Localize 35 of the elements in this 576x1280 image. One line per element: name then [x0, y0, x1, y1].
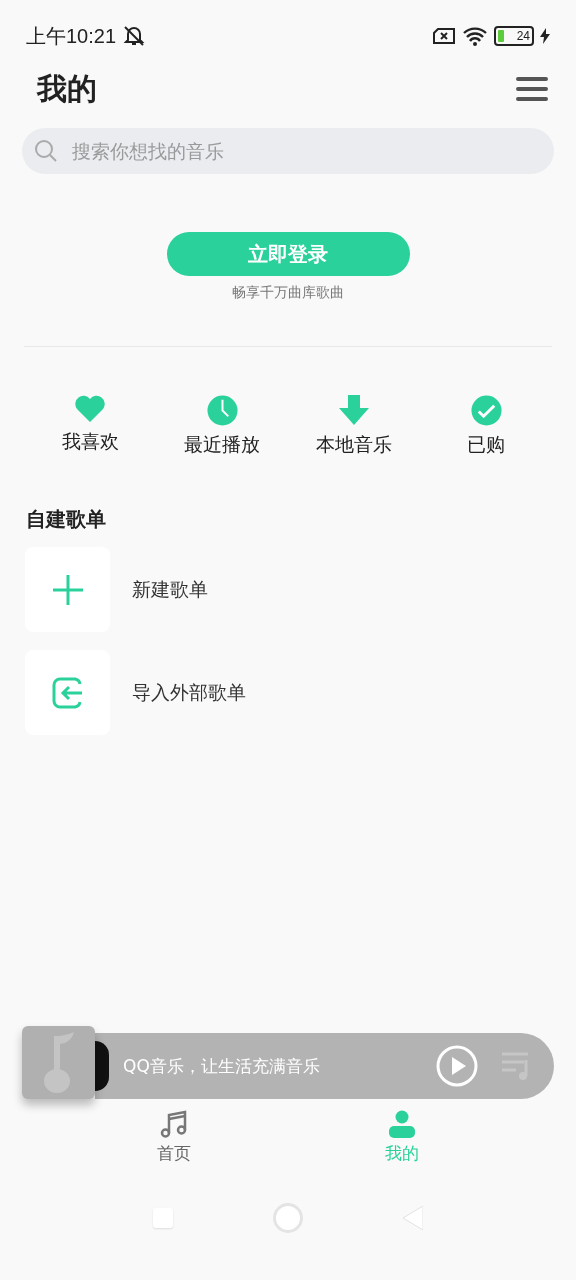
- quick-action-label[interactable]: 已购: [467, 432, 505, 458]
- recents-button[interactable]: [153, 1207, 173, 1228]
- heart-icon[interactable]: [74, 395, 106, 423]
- sim-icon: [432, 27, 456, 45]
- status-time: 上午10:21: [26, 23, 117, 49]
- quick-action-label[interactable]: 本地音乐: [316, 432, 392, 458]
- play-icon[interactable]: [436, 1045, 478, 1087]
- charging-icon: [540, 28, 550, 44]
- playlist-label[interactable]: 新建歌单: [132, 576, 208, 603]
- wifi-icon: [462, 26, 488, 46]
- download-arrow-icon[interactable]: [338, 395, 370, 426]
- plus-icon: [51, 573, 84, 606]
- import-icon: [51, 676, 84, 709]
- quick-action-label[interactable]: 我喜欢: [61, 429, 119, 455]
- music-note-icon: [160, 1110, 188, 1138]
- quick-action-label[interactable]: 最近播放: [184, 432, 260, 458]
- playlist-tile[interactable]: [25, 547, 110, 632]
- search-field[interactable]: 搜索你想找的音乐: [22, 128, 554, 174]
- check-circle-icon[interactable]: [470, 395, 502, 426]
- album-cover[interactable]: [22, 1026, 95, 1099]
- clock-icon[interactable]: [206, 395, 238, 426]
- battery-indicator: 24: [494, 26, 534, 46]
- back-icon[interactable]: [403, 1205, 423, 1230]
- person-icon: [389, 1110, 415, 1138]
- tab[interactable]: 首页: [134, 1110, 214, 1180]
- search-icon: [34, 139, 58, 163]
- player-text: QQ音乐，让生活充满音乐: [123, 1054, 321, 1078]
- menu-icon[interactable]: [516, 76, 548, 102]
- section-title: 自建歌单: [26, 506, 106, 533]
- playlist-label[interactable]: 导入外部歌单: [132, 679, 246, 706]
- playlist-tile[interactable]: [25, 650, 110, 735]
- home-button[interactable]: [273, 1202, 303, 1233]
- login-subtitle: 畅享千万曲库歌曲: [232, 284, 344, 302]
- muted-bell-icon: [122, 25, 147, 47]
- page-title: 我的: [37, 69, 97, 108]
